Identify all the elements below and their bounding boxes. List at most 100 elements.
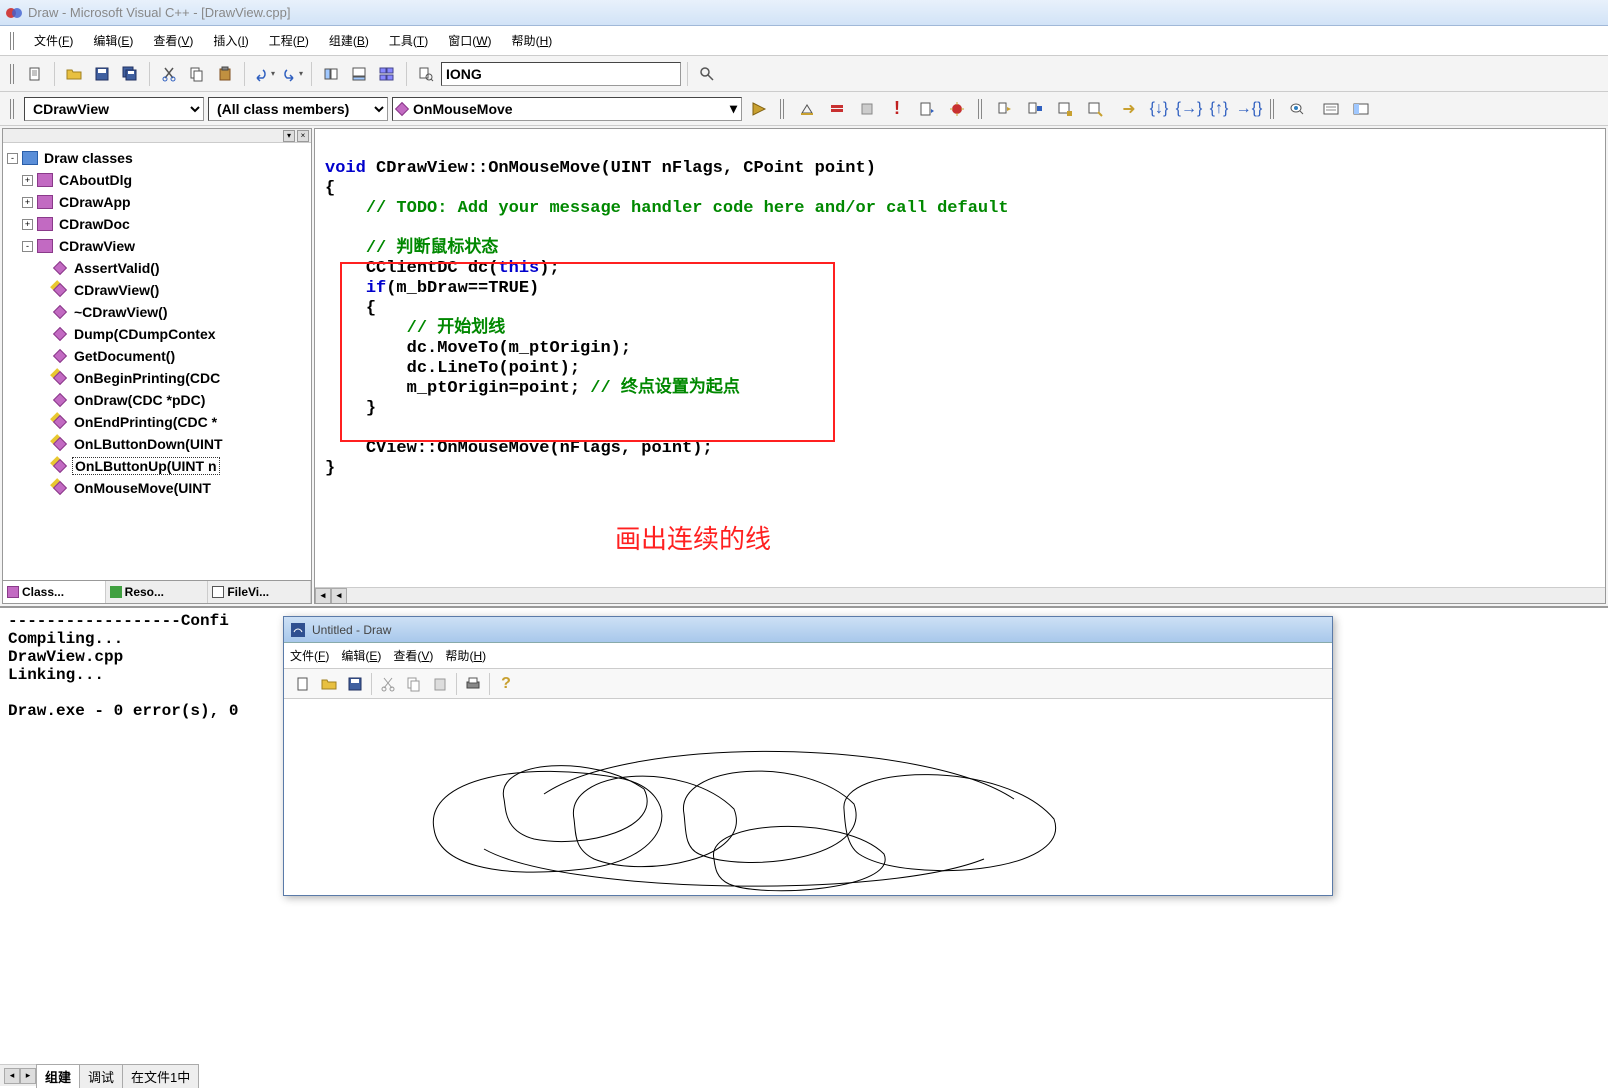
run-to-cursor-button[interactable]: →{} [1236, 96, 1262, 122]
output-tab-build[interactable]: 组建 [36, 1064, 80, 1088]
step-into-button[interactable]: {↓} [1146, 96, 1172, 122]
stop-build-button[interactable] [854, 96, 880, 122]
redo-button[interactable] [279, 61, 305, 87]
break-button[interactable] [1052, 96, 1078, 122]
stop-debug-button[interactable] [1022, 96, 1048, 122]
navbar-grip-4[interactable] [1270, 99, 1276, 119]
child-open-button[interactable] [316, 671, 342, 697]
new-text-file-button[interactable] [22, 61, 48, 87]
tree-method[interactable]: ~CDrawView() [7, 301, 307, 323]
tree-method[interactable]: GetDocument() [7, 345, 307, 367]
code-editor[interactable]: void CDrawView::OnMouseMove(UINT nFlags,… [314, 128, 1606, 604]
toggle-icon[interactable]: + [22, 197, 33, 208]
output-button[interactable] [346, 61, 372, 87]
paste-button[interactable] [212, 61, 238, 87]
variables-button[interactable] [1348, 96, 1374, 122]
tree-root[interactable]: - Draw classes [7, 147, 307, 169]
child-menu-file[interactable]: 文件(F) [290, 647, 329, 664]
menu-file[interactable]: 文件(F) [24, 28, 83, 53]
tab-scroll-left[interactable]: ◂ [4, 1068, 20, 1084]
menubar-grip[interactable] [10, 32, 16, 50]
child-titlebar[interactable]: Untitled - Draw [284, 617, 1332, 643]
find-combo[interactable] [441, 62, 681, 86]
child-cut-button[interactable] [375, 671, 401, 697]
tree-method[interactable]: CDrawView() [7, 279, 307, 301]
copy-button[interactable] [184, 61, 210, 87]
cut-button[interactable] [156, 61, 182, 87]
tree-method[interactable]: OnLButtonUp(UINT n [7, 455, 307, 477]
tree-method[interactable]: OnDraw(CDC *pDC) [7, 389, 307, 411]
search-button[interactable] [694, 61, 720, 87]
output-tab-findfiles1[interactable]: 在文件1中 [122, 1064, 199, 1088]
workspace-button[interactable] [318, 61, 344, 87]
breakpoint-button[interactable] [944, 96, 970, 122]
toggle-icon[interactable]: + [22, 175, 33, 186]
tree-method[interactable]: OnBeginPrinting(CDC [7, 367, 307, 389]
child-menu-view[interactable]: 查看(V) [393, 647, 433, 664]
save-all-button[interactable] [117, 61, 143, 87]
scroll-left-button-2[interactable]: ◂ [331, 588, 347, 604]
navbar-grip-2[interactable] [780, 99, 786, 119]
tree-class[interactable]: + CDrawApp [7, 191, 307, 213]
child-canvas[interactable] [284, 699, 1332, 895]
filter-combo[interactable]: (All class members) [208, 97, 388, 121]
show-next-button[interactable]: ➜ [1116, 96, 1142, 122]
tree-method[interactable]: OnMouseMove(UINT [7, 477, 307, 499]
child-save-button[interactable] [342, 671, 368, 697]
menu-insert[interactable]: 插入(I) [203, 28, 258, 53]
restart-debug-button[interactable] [992, 96, 1018, 122]
menu-help[interactable]: 帮助(H) [502, 28, 563, 53]
menu-window[interactable]: 窗口(W) [438, 28, 501, 53]
menu-view[interactable]: 查看(V) [143, 28, 203, 53]
child-copy-button[interactable] [401, 671, 427, 697]
watch-button[interactable] [1318, 96, 1344, 122]
class-combo[interactable]: CDrawView [24, 97, 204, 121]
child-draw-window[interactable]: Untitled - Draw 文件(F) 编辑(E) 查看(V) 帮助(H) … [283, 616, 1333, 896]
step-out-button[interactable]: {↑} [1206, 96, 1232, 122]
menu-project[interactable]: 工程(P) [259, 28, 319, 53]
tab-scroll-right[interactable]: ▸ [20, 1068, 36, 1084]
child-paste-button[interactable] [427, 671, 453, 697]
compile-button[interactable] [794, 96, 820, 122]
editor-hscroll[interactable]: ◂ ◂ [315, 587, 1605, 603]
find-in-files-button[interactable] [413, 61, 439, 87]
navbar-grip-1[interactable] [10, 99, 16, 119]
quickwatch-button[interactable] [1284, 96, 1310, 122]
child-menu-help[interactable]: 帮助(H) [445, 647, 486, 664]
go-button[interactable] [746, 96, 772, 122]
navbar-grip-3[interactable] [978, 99, 984, 119]
tree-class[interactable]: + CAboutDlg [7, 169, 307, 191]
scroll-left-button[interactable]: ◂ [315, 588, 331, 604]
window-list-button[interactable] [374, 61, 400, 87]
tab-resourceview[interactable]: Reso... [106, 581, 209, 603]
tree-method[interactable]: OnEndPrinting(CDC * [7, 411, 307, 433]
child-print-button[interactable] [460, 671, 486, 697]
undo-button[interactable] [251, 61, 277, 87]
go-debug-button[interactable] [914, 96, 940, 122]
tree-method[interactable]: Dump(CDumpContex [7, 323, 307, 345]
toggle-icon[interactable]: - [22, 241, 33, 252]
toggle-icon[interactable]: + [22, 219, 33, 230]
menu-edit[interactable]: 编辑(E) [83, 28, 143, 53]
child-menu-edit[interactable]: 编辑(E) [341, 647, 381, 664]
child-new-button[interactable] [290, 671, 316, 697]
execute-button[interactable]: ! [884, 96, 910, 122]
toggle-icon[interactable]: - [7, 153, 18, 164]
class-tree[interactable]: - Draw classes + CAboutDlg + CDrawApp + … [3, 143, 311, 580]
menu-build[interactable]: 组建(B) [319, 28, 379, 53]
tab-fileview[interactable]: FileVi... [208, 581, 311, 603]
menu-tools[interactable]: 工具(T) [379, 28, 438, 53]
sidebar-dock-button[interactable]: ▾ [283, 130, 295, 142]
tree-class[interactable]: + CDrawDoc [7, 213, 307, 235]
tab-classview[interactable]: Class... [3, 581, 106, 603]
tree-method[interactable]: OnLButtonDown(UINT [7, 433, 307, 455]
tree-method[interactable]: AssertValid() [7, 257, 307, 279]
child-about-button[interactable]: ? [493, 671, 519, 697]
member-combo[interactable]: OnMouseMove ▾ [392, 97, 742, 121]
apply-changes-button[interactable] [1082, 96, 1108, 122]
toolbar-grip-1[interactable] [10, 64, 16, 84]
open-button[interactable] [61, 61, 87, 87]
output-tab-debug[interactable]: 调试 [79, 1064, 123, 1088]
sidebar-close-button[interactable]: × [297, 130, 309, 142]
step-over-button[interactable]: {→} [1176, 96, 1202, 122]
